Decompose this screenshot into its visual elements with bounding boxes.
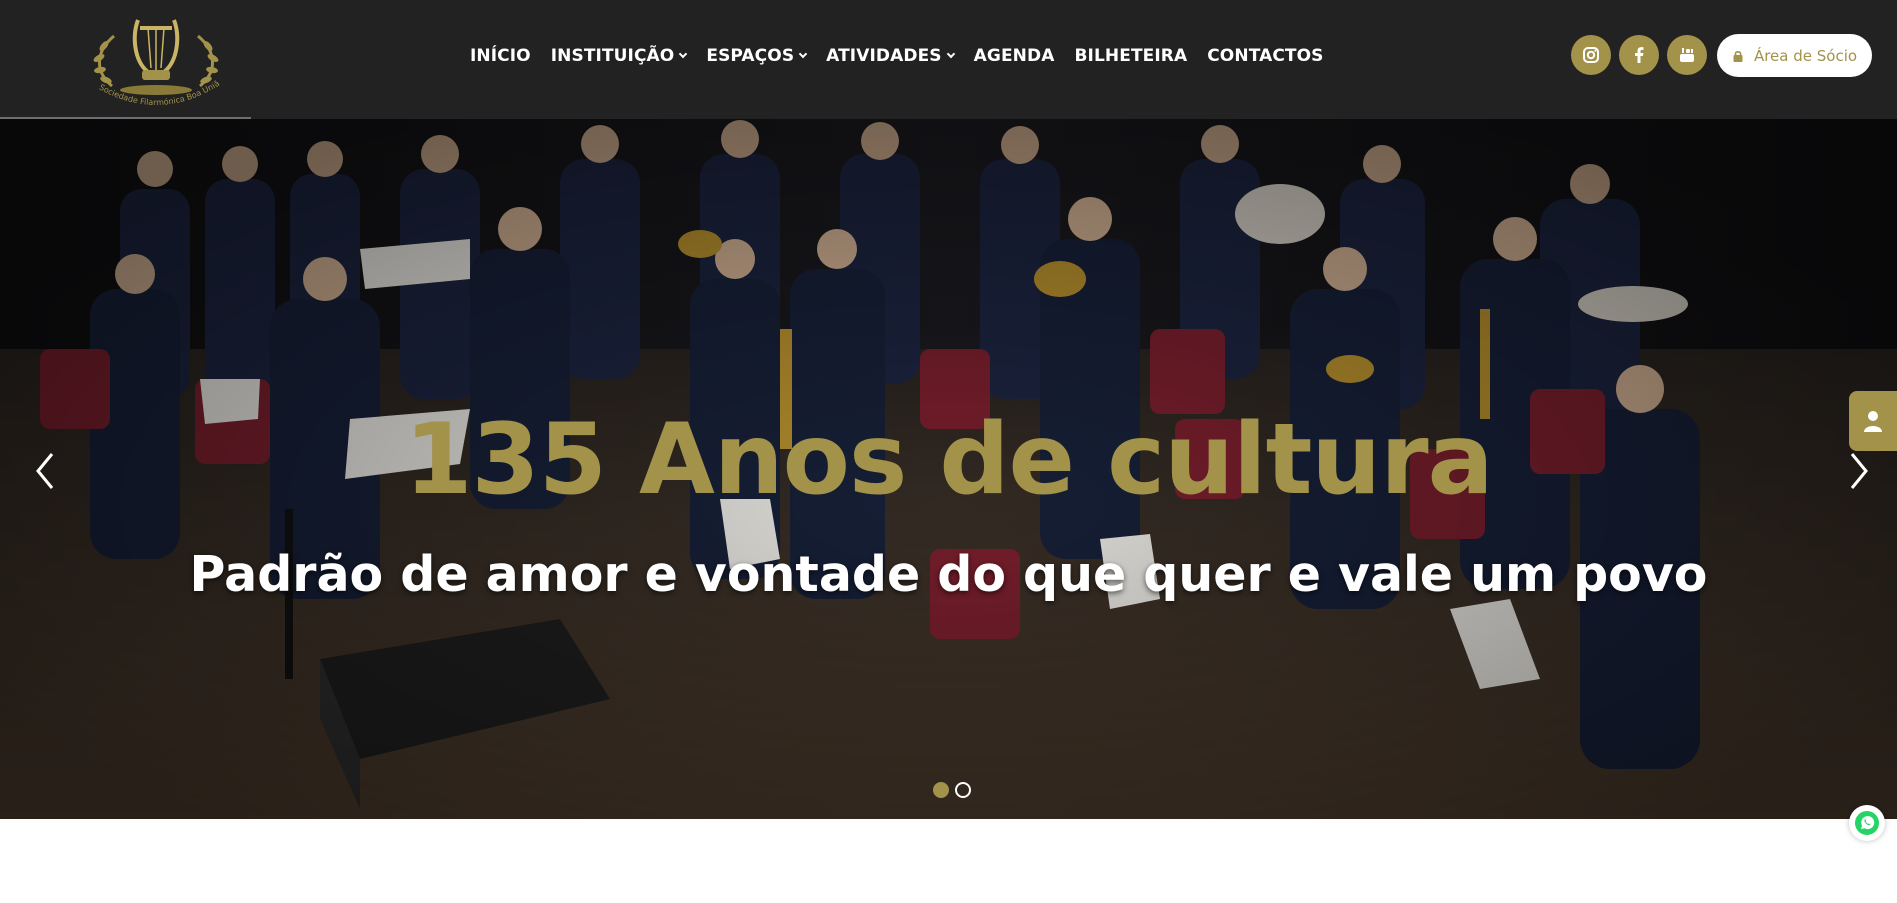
instagram-icon [1583, 47, 1599, 63]
nav-label: CONTACTOS [1207, 46, 1324, 66]
side-user-tab[interactable] [1849, 391, 1897, 451]
nav-contactos[interactable]: CONTACTOS [1207, 46, 1323, 66]
nav-label: ESPAÇOS [706, 46, 795, 66]
slider-next-button[interactable] [1844, 446, 1874, 496]
youtube-icon [1680, 48, 1694, 62]
instagram-link[interactable] [1571, 35, 1611, 75]
lyre-laurel-emblem: Sociedade Filarmónica Boa União Montelav… [73, 0, 222, 107]
nav-espacos[interactable]: ESPAÇOS [706, 46, 808, 66]
slider-dot-2[interactable] [955, 782, 971, 798]
nav-label: INSTITUIÇÃO [550, 46, 675, 66]
youtube-link[interactable] [1667, 35, 1707, 75]
facebook-link[interactable] [1619, 35, 1659, 75]
whatsapp-icon [1855, 811, 1879, 835]
nav-label: BILHETEIRA [1074, 46, 1188, 66]
hero-slider: 135 Anos de cultura Padrão de amor e von… [0, 119, 1897, 819]
slider-prev-button[interactable] [30, 446, 60, 496]
member-area-label: Área de Sócio [1753, 46, 1858, 65]
nav-label: AGENDA [973, 46, 1055, 66]
nav-label: INÍCIO [470, 46, 531, 66]
main-nav: INÍCIO INSTITUIÇÃO ESPAÇOS ATIVIDADES AG… [470, 46, 1324, 66]
lock-icon [1733, 50, 1743, 62]
facebook-icon [1635, 47, 1644, 63]
nav-label: ATIVIDADES [826, 46, 942, 66]
chevron-right-icon [1850, 453, 1868, 489]
site-logo[interactable]: Sociedade Filarmónica Boa União Montelav… [73, 0, 236, 110]
slider-dots [933, 782, 971, 798]
nav-inicio[interactable]: INÍCIO [470, 46, 531, 66]
nav-instituicao[interactable]: INSTITUIÇÃO [550, 46, 688, 66]
chevron-left-icon [36, 453, 54, 489]
chevron-down-icon [946, 49, 955, 59]
slider-dot-1[interactable] [933, 782, 949, 798]
member-area-button[interactable]: Área de Sócio [1717, 34, 1872, 77]
nav-agenda[interactable]: AGENDA [974, 46, 1055, 66]
chevron-down-icon [798, 49, 808, 59]
site-header: Sociedade Filarmónica Boa União Montelav… [0, 0, 1897, 119]
whatsapp-button[interactable] [1849, 805, 1885, 841]
hero-title: 135 Anos de cultura [404, 403, 1493, 517]
nav-atividades[interactable]: ATIVIDADES [826, 46, 955, 66]
nav-bilheteira[interactable]: BILHETEIRA [1074, 46, 1187, 66]
hero-subtitle: Padrão de amor e vontade do que quer e v… [189, 546, 1708, 603]
chevron-down-icon [679, 49, 688, 59]
user-icon [1864, 411, 1882, 432]
